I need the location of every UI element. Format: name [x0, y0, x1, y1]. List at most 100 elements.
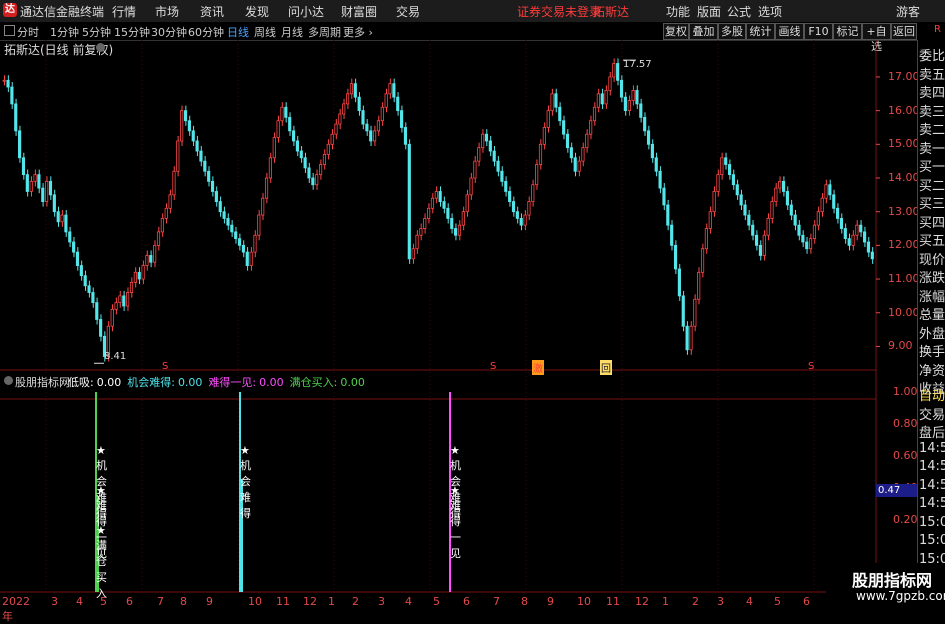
candle	[207, 170, 211, 182]
param-value: 0.00	[96, 376, 122, 389]
date-tick: 3	[51, 595, 58, 608]
side-panel-item: 换手	[919, 345, 945, 360]
period-tab[interactable]: 60分钟	[188, 24, 224, 40]
price-tick: 16.00	[888, 103, 920, 117]
menu-item[interactable]: 资讯	[200, 3, 224, 20]
candle	[218, 201, 222, 213]
candle	[338, 113, 342, 125]
date-tick: 10	[248, 595, 262, 608]
period-tab[interactable]: 日线	[227, 24, 249, 40]
candle	[538, 143, 543, 165]
right-menu-item[interactable]: 公式	[727, 3, 751, 20]
period-tab[interactable]: 更多 ›	[343, 24, 373, 40]
param-label: 满仓买入:	[289, 376, 338, 389]
candle	[95, 302, 99, 320]
indicator-name[interactable]: 股朋指标网	[15, 374, 70, 390]
candle	[253, 234, 257, 253]
period-tab[interactable]: 周线	[254, 24, 276, 40]
menu-item[interactable]: 发现	[245, 3, 269, 20]
candle	[754, 234, 759, 246]
candle	[450, 218, 454, 229]
toolbar-button[interactable]: +自选	[862, 23, 891, 53]
price-tick: 10.00	[888, 305, 920, 319]
date-tick: 2022年	[2, 595, 30, 623]
param-label: 低吸:	[68, 376, 94, 389]
indicator-tick: 0.20	[893, 513, 918, 526]
side-panel-item: 买二	[919, 178, 945, 194]
menu-item[interactable]: 财富圈	[341, 3, 377, 20]
low-marker: 8.41	[104, 351, 127, 362]
toolbar-button[interactable]: 多股	[718, 23, 746, 40]
candle	[415, 234, 419, 250]
candle	[268, 157, 272, 179]
side-panel-item: 委比	[919, 49, 945, 64]
date-tick: 7	[493, 595, 500, 608]
candle	[828, 184, 832, 196]
candle	[727, 164, 732, 176]
candle	[743, 204, 747, 216]
indicator-params: 低吸: 0.00 机会难得: 0.00 难得一见: 0.00 满仓买入: 0.00	[68, 374, 371, 390]
right-menu-item[interactable]: 功能	[666, 3, 690, 20]
price-tick: 11.00	[888, 272, 920, 286]
period-tab[interactable]: 30分钟	[151, 24, 187, 40]
candle	[342, 103, 346, 115]
right-menu-item[interactable]: 版面	[697, 3, 721, 20]
period-tab[interactable]: 多周期	[308, 24, 341, 40]
candle	[704, 228, 708, 250]
candle	[542, 127, 546, 145]
period-tab[interactable]: 15分钟	[114, 24, 150, 40]
login-notice[interactable]: 证券交易未登录	[517, 3, 601, 20]
sell-marker: S	[162, 361, 169, 372]
date-tick: 2	[692, 595, 699, 608]
menu-item[interactable]: 市场	[155, 3, 179, 20]
candle	[716, 174, 720, 192]
side-panel-lower: 15:00	[919, 514, 945, 530]
side-panel-item: 现价	[919, 252, 945, 268]
r-icon[interactable]: R	[934, 24, 941, 35]
candle	[612, 63, 616, 78]
indicator-dot-icon[interactable]	[4, 376, 13, 385]
menu-item[interactable]: 交易	[396, 3, 420, 20]
guest-button[interactable]: 游客	[896, 3, 920, 20]
candle	[14, 103, 18, 132]
candle	[388, 83, 392, 95]
candle	[770, 201, 774, 219]
menu-item[interactable]: 行情	[112, 3, 136, 20]
candle	[261, 197, 265, 216]
menu-item[interactable]: 问小达	[288, 3, 324, 20]
toolbar-button[interactable]: 叠加	[689, 23, 718, 40]
candle	[832, 194, 836, 209]
candle	[843, 228, 847, 240]
candle	[60, 214, 64, 223]
price-tick: 15.00	[888, 137, 920, 151]
date-tick: 6	[803, 595, 810, 608]
toolbar-button[interactable]: F10	[804, 23, 833, 40]
right-menu-item[interactable]: 选项	[758, 3, 782, 20]
candle	[558, 106, 562, 122]
candle	[824, 184, 828, 199]
candle	[349, 83, 354, 95]
toolbar-button[interactable]: 画线	[775, 23, 804, 40]
candle	[469, 177, 473, 196]
period-tab[interactable]: 月线	[281, 24, 303, 40]
candle	[10, 86, 14, 105]
candle	[708, 211, 712, 229]
watermark-line1: 股朋指标网	[852, 571, 933, 590]
candle	[662, 187, 666, 206]
toolbar-button[interactable]: 返回	[891, 23, 917, 40]
toggle-box-icon[interactable]	[4, 25, 15, 36]
period-tab[interactable]: 分时	[17, 24, 39, 40]
candle	[484, 133, 489, 142]
period-tab[interactable]: 5分钟	[82, 24, 111, 40]
toolbar-button[interactable]: 标记	[833, 23, 862, 40]
side-panel-item: 卖一	[919, 141, 945, 157]
candle	[411, 248, 415, 260]
side-panel-item: 总量	[919, 308, 945, 323]
toolbar-button[interactable]: 统计	[746, 23, 775, 40]
candle	[423, 218, 427, 229]
toolbar-button[interactable]: 复权	[663, 23, 689, 40]
candle	[18, 130, 22, 159]
candle	[650, 143, 654, 159]
price-tick: 13.00	[888, 204, 920, 218]
period-tab[interactable]: 1分钟	[50, 24, 79, 40]
